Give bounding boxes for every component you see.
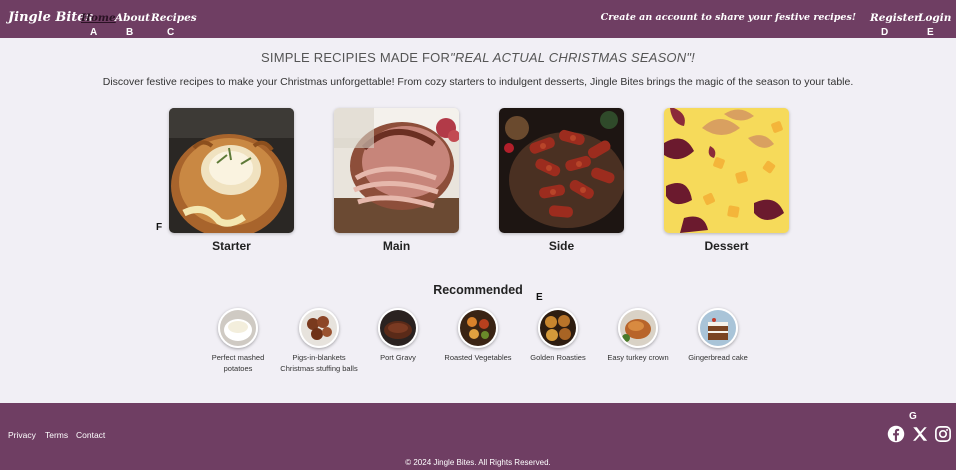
register-link[interactable]: Register [870,12,920,24]
top-navbar: Jingle Bites Home A About B Recipes C Cr… [0,0,956,38]
login-marker: E [927,27,934,38]
category-card-starter[interactable] [169,108,294,233]
recommended-heading: Recommended [433,283,523,297]
nav-marker-home: A [90,27,98,38]
nav-recipes[interactable]: Recipes [151,12,197,24]
categories-marker: F [156,222,163,233]
turkey-crown-thumbnail [618,308,658,348]
nav-marker-about: B [126,27,134,38]
category-label-starter[interactable]: Starter [169,239,294,253]
category-label-side[interactable]: Side [499,239,624,253]
footer-link-contact[interactable]: Contact [76,430,105,440]
footer-link-terms[interactable]: Terms [45,430,68,440]
footer: Privacy Terms Contact G © 2024 Jingle Bi… [0,403,956,470]
glazed-ham-image [334,108,459,233]
recommended-label: Port Gravy [380,353,416,362]
recommended-item-turkey-crown[interactable]: Easy turkey crown [598,308,678,363]
port-gravy-thumbnail [378,308,418,348]
recommended-label: Roasted Vegetables [444,353,512,362]
recommended-label: Easy turkey crown [607,353,669,362]
recommended-item-roasted-vegetables[interactable]: Roasted Vegetables [438,308,518,363]
register-marker: D [881,27,889,38]
recommended-label: Golden Roasties [530,353,586,362]
page-title: SIMPLE RECIPIES MADE FOR"REAL ACTUAL CHR… [261,50,695,65]
category-label-dessert[interactable]: Dessert [664,239,789,253]
category-card-main[interactable] [334,108,459,233]
recommended-item-mashed-potatoes[interactable]: Perfect mashed potatoes [198,308,278,374]
recommended-label: Perfect mashed potatoes [211,353,265,373]
copyright-text: © 2024 Jingle Bites. All Rights Reserved… [405,458,551,467]
nav-about[interactable]: About [115,12,150,24]
recommended-item-port-gravy[interactable]: Port Gravy [358,308,438,363]
nav-marker-recipes: C [167,27,175,38]
gingerbread-cake-thumbnail [698,308,738,348]
social-marker: G [909,411,917,422]
custard-plum-dessert-image [664,108,789,233]
golden-roasties-thumbnail [538,308,578,348]
nav-home[interactable]: Home [81,12,116,24]
stuffing-balls-thumbnail [299,308,339,348]
mashed-potatoes-thumbnail [218,308,258,348]
roasted-vegetables-thumbnail [458,308,498,348]
baked-camembert-image [169,108,294,233]
login-link[interactable]: Login [918,12,951,24]
category-label-main[interactable]: Main [334,239,459,253]
category-card-side[interactable] [499,108,624,233]
footer-link-privacy[interactable]: Privacy [8,430,36,440]
x-icon[interactable] [911,425,929,443]
instagram-icon[interactable] [934,425,952,443]
recommended-item-gingerbread-cake[interactable]: Gingerbread cake [678,308,758,363]
category-card-dessert[interactable] [664,108,789,233]
recommended-label: Pigs-in-blankets Christmas stuffing ball… [280,353,358,373]
recommended-label: Gingerbread cake [688,353,748,362]
recommended-item-pigs-in-blankets-balls[interactable]: Pigs-in-blankets Christmas stuffing ball… [279,308,359,374]
recommended-marker: E [536,292,543,303]
page-description: Discover festive recipes to make your Ch… [102,76,854,88]
facebook-icon[interactable] [887,425,905,443]
signup-cta-text[interactable]: Create an account to share your festive … [601,12,856,23]
recommended-item-golden-roasties[interactable]: Golden Roasties [518,308,598,363]
pigs-in-blankets-image [499,108,624,233]
